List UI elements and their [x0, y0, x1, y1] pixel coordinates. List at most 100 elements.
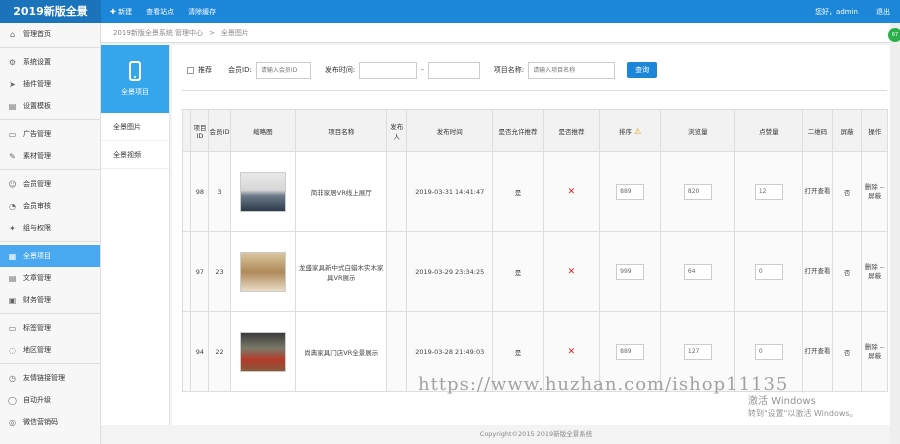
project-name-cell[interactable]: 尚典家具门店VR全景展示	[295, 311, 388, 392]
publisher-cell	[386, 231, 408, 312]
project-thumbnail[interactable]	[239, 331, 286, 372]
views-input[interactable]: 127	[683, 343, 712, 360]
likes-cell: 0	[734, 231, 804, 312]
app-logo[interactable]: 2019新版全景	[0, 0, 101, 23]
breadcrumb-system[interactable]: 2019新版全景系统 管理中心	[113, 28, 203, 38]
sidebar-item-wechat[interactable]: ◎ 微信营销码	[0, 411, 100, 433]
row-actions-links[interactable]: 删除 -- 屏蔽	[865, 263, 885, 280]
clear-cache-link[interactable]: 清除缓存	[188, 7, 216, 17]
column-header-actions: 操作	[861, 109, 888, 152]
views-input[interactable]: 64	[683, 263, 712, 280]
allow-recommend-cell[interactable]: 是	[492, 151, 544, 232]
open-qr-link[interactable]: 打开查看	[805, 347, 831, 355]
recommended-cell[interactable]: ✕	[542, 231, 600, 312]
sidebar-item-member-audit[interactable]: ◔ 会员审核	[0, 195, 100, 217]
row-actions-links[interactable]: 删除 -- 屏蔽	[865, 183, 885, 200]
open-qr-link[interactable]: 打开查看	[805, 187, 831, 195]
sidebar-item-upgrade[interactable]: ◯ 自动升级	[0, 389, 100, 411]
sidebar-item-article[interactable]: ▤ 文章管理	[0, 267, 100, 289]
query-button[interactable]: 查询	[627, 62, 658, 78]
allow-recommend-cell[interactable]: 是	[492, 231, 544, 312]
sidebar-item-label: 系统设置	[23, 58, 51, 66]
column-header-publisher: 发布人	[386, 109, 408, 152]
sidebar-item-link[interactable]: ◷ 友情链接管理	[0, 367, 100, 389]
cross-icon[interactable]: ✕	[568, 347, 576, 357]
sidebar-item-finance[interactable]: ▣ 财务管理	[0, 289, 100, 311]
likes-input[interactable]: 0	[754, 263, 783, 280]
sidebar-item-ad[interactable]: ▭ 广告管理	[0, 123, 100, 145]
sidebar-item-label: 管理首页	[23, 30, 51, 38]
sidebar-item-gear[interactable]: ⚙ 系统设置	[0, 51, 100, 73]
cross-icon[interactable]: ✕	[568, 187, 576, 197]
sidebar-item-template[interactable]: ▤ 设置模板	[0, 95, 100, 117]
views-input[interactable]: 820	[683, 183, 712, 200]
sidebar-item-tag[interactable]: ▭ 标签管理	[0, 317, 100, 339]
column-header-member-id[interactable]: 会员ID	[208, 109, 231, 152]
column-header-views[interactable]: 浏览量	[660, 109, 736, 152]
row-select-cell	[181, 311, 192, 392]
likes-input[interactable]: 12	[754, 183, 783, 200]
publish-time-end-input[interactable]	[427, 61, 480, 79]
sub-menu-item-panorama-videos[interactable]: 全景视频	[101, 141, 169, 169]
sort-input[interactable]: 889	[616, 183, 645, 200]
sidebar-separator	[0, 47, 100, 49]
page-scrollbar[interactable]	[890, 23, 900, 444]
sidebar: ⌂ 管理首页 ⚙ 系统设置 ➤ 插件管理 ▤ 设置模板 ▭ 广告管理 ✎ 素材管理 ☺ 会员管理 ◔ 会员审核…	[0, 23, 101, 444]
sidebar-item-label: 组与权限	[23, 224, 51, 232]
column-header-thumbnail: 缩略图	[229, 109, 297, 152]
project-name-input[interactable]	[528, 61, 616, 79]
cross-icon[interactable]: ✕	[568, 267, 576, 277]
tag-icon: ▭	[8, 323, 17, 333]
column-header-likes[interactable]: 点赞量	[734, 109, 804, 152]
sidebar-item-user[interactable]: ☺ 会员管理	[0, 173, 100, 195]
column-header-publish-time[interactable]: 发布时间	[406, 109, 494, 152]
article-icon: ▤	[8, 273, 17, 283]
sidebar-item-home[interactable]: ⌂ 管理首页	[0, 23, 100, 45]
recommended-cell[interactable]: ✕	[542, 151, 600, 232]
recommend-checkbox[interactable]	[187, 66, 194, 74]
likes-input[interactable]: 0	[754, 343, 783, 360]
user-icon: ☺	[8, 179, 17, 189]
column-header-project-id[interactable]: 项目ID	[190, 109, 210, 152]
sidebar-item-label: 自动升级	[23, 396, 51, 404]
publisher-cell	[386, 151, 408, 232]
views-cell: 820	[660, 151, 736, 232]
row-actions-links[interactable]: 删除 -- 屏蔽	[865, 343, 885, 360]
sub-menu-item-panorama-images[interactable]: 全景图片	[101, 113, 169, 141]
publish-time-start-input[interactable]	[359, 61, 418, 79]
floating-badge[interactable]: 67	[888, 28, 900, 42]
sidebar-item-panorama[interactable]: ▦ 全景项目	[0, 245, 100, 267]
column-header-sort[interactable]: 排序 ⚠	[598, 109, 662, 152]
project-thumbnail[interactable]	[239, 171, 286, 212]
date-range-dash: -	[421, 66, 424, 74]
new-button[interactable]: ✚ 新建	[110, 7, 132, 17]
recommend-label: 推荐	[198, 66, 212, 74]
sidebar-item-region[interactable]: ◌ 地区管理	[0, 339, 100, 361]
project-name-label: 项目名称:	[493, 66, 525, 74]
top-bar: 2019新版全景 ✚ 新建 查看站点 清除缓存 您好，admin 退出	[0, 0, 900, 23]
sidebar-separator	[0, 119, 100, 121]
block-cell[interactable]: 否	[831, 151, 863, 232]
member-id-input[interactable]	[255, 61, 311, 79]
view-site-link[interactable]: 查看站点	[146, 7, 174, 17]
column-header-allow-recommend: 是否允许推荐	[492, 109, 544, 152]
sidebar-item-material[interactable]: ✎ 素材管理	[0, 145, 100, 167]
open-qr-link[interactable]: 打开查看	[805, 267, 831, 275]
sort-input[interactable]: 889	[616, 343, 645, 360]
sidebar-item-label: 友情链接管理	[23, 374, 65, 382]
sidebar-item-plugin[interactable]: ➤ 插件管理	[0, 73, 100, 95]
sidebar-item-group[interactable]: ✦ 组与权限	[0, 217, 100, 239]
block-cell[interactable]: 否	[831, 311, 863, 392]
member-id-cell: 22	[208, 311, 231, 392]
sort-input[interactable]: 999	[616, 263, 645, 280]
views-cell: 64	[660, 231, 736, 312]
project-thumbnail[interactable]	[239, 251, 286, 292]
project-name-cell[interactable]: 简非家居VR线上展厅	[295, 151, 388, 232]
logout-link[interactable]: 退出	[876, 7, 890, 17]
column-header-recommended: 是否推荐	[542, 109, 600, 152]
user-greeting[interactable]: 您好，admin	[815, 7, 858, 17]
project-name-cell[interactable]: 龙盛家具新中式白蜡木实木家具VR展示	[295, 231, 388, 312]
block-cell[interactable]: 否	[831, 231, 863, 312]
link-icon: ◷	[9, 373, 16, 383]
watermark-text: https://www.huzhan.com/ishop11135	[418, 374, 789, 395]
